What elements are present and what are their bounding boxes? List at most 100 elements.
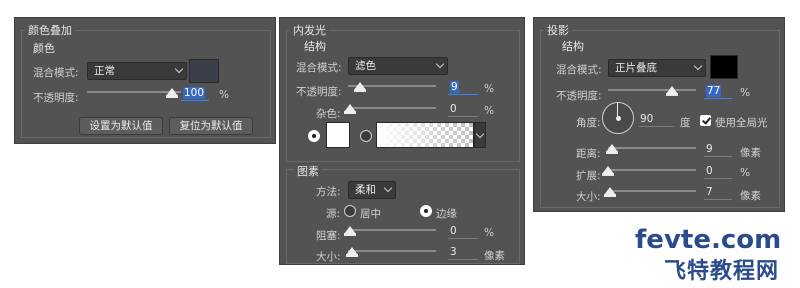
ds-opacity-value: 77 xyxy=(706,85,722,97)
chevron-down-icon xyxy=(174,64,184,74)
ig-noise-slider-track[interactable] xyxy=(348,107,436,109)
color-overlay-title: 颜色叠加 xyxy=(25,22,75,38)
reset-default-button[interactable]: 复位为默认值 xyxy=(169,117,253,135)
ds-spread-value: 0 xyxy=(706,165,713,177)
ig-source-label: 源: xyxy=(326,208,341,220)
set-default-button[interactable]: 设置为默认值 xyxy=(79,117,163,135)
watermark-name: 飞特教程网 xyxy=(664,259,780,284)
chevron-down-icon xyxy=(693,61,703,71)
ig-gradient-preview[interactable] xyxy=(376,122,474,148)
ig-noise-input[interactable]: 0 xyxy=(448,103,478,117)
ig-blend-mode-value: 滤色 xyxy=(355,60,376,72)
ig-size-slider-thumb[interactable] xyxy=(346,247,358,257)
drop-shadow-title: 投影 xyxy=(544,22,572,38)
ds-angle-input[interactable]: 90 xyxy=(638,113,674,127)
ig-choke-value: 0 xyxy=(450,225,457,237)
ds-opacity-slider-track[interactable] xyxy=(608,89,696,91)
ds-size-input[interactable]: 7 xyxy=(704,186,732,200)
chevron-down-icon xyxy=(383,183,393,193)
chevron-down-icon xyxy=(475,129,485,139)
angle-dial-center xyxy=(616,116,621,121)
ds-opacity-slider-thumb[interactable] xyxy=(666,86,678,96)
ds-distance-value: 9 xyxy=(706,143,713,155)
ds-angle-value: 90 xyxy=(640,113,654,125)
ig-noise-value: 0 xyxy=(450,103,457,115)
ig-choke-input[interactable]: 0 xyxy=(448,225,478,239)
ig-blend-mode-select[interactable]: 滤色 xyxy=(348,57,448,75)
ig-source-edge-label: 边缘 xyxy=(436,208,457,220)
ds-distance-unit: 像素 xyxy=(740,147,761,159)
ig-noise-slider-thumb[interactable] xyxy=(344,104,356,114)
ig-size-unit: 像素 xyxy=(484,250,505,262)
opacity-label: 不透明度: xyxy=(33,92,79,104)
ds-size-value: 7 xyxy=(706,186,713,198)
ds-blend-mode-label: 混合模式: xyxy=(556,64,602,76)
opacity-unit: % xyxy=(219,89,229,101)
ig-color-swatch[interactable] xyxy=(326,122,350,148)
ds-distance-label: 距离: xyxy=(576,148,601,160)
ig-choke-slider-thumb[interactable] xyxy=(344,226,356,236)
ig-size-label: 大小: xyxy=(316,251,341,263)
ig-opacity-input[interactable]: 9 xyxy=(448,81,478,95)
ds-angle-unit: 度 xyxy=(680,117,691,129)
global-light-checkbox[interactable] xyxy=(700,115,711,126)
inner-glow-structure-title: 结构 xyxy=(304,40,326,53)
ig-source-edge-radio[interactable] xyxy=(420,205,432,217)
angle-dial[interactable] xyxy=(602,102,634,134)
ds-size-label: 大小: xyxy=(576,191,601,203)
ig-choke-slider-track[interactable] xyxy=(348,229,436,231)
opacity-slider-thumb[interactable] xyxy=(166,88,178,98)
color-section-title: 颜色 xyxy=(33,42,55,55)
ig-color-radio[interactable] xyxy=(308,130,320,142)
blend-mode-select[interactable]: 正常 xyxy=(87,62,187,80)
ig-size-value: 3 xyxy=(450,246,457,258)
ds-opacity-unit: % xyxy=(740,87,750,99)
blend-mode-label: 混合模式: xyxy=(33,67,79,79)
ig-method-select[interactable]: 柔和 xyxy=(348,181,396,199)
ds-blend-mode-select[interactable]: 正片叠底 xyxy=(608,59,706,77)
inner-glow-panel: 内发光 结构 混合模式: 滤色 不透明度: 9 % 杂色: 0 % 图素 方法:… xyxy=(279,17,525,265)
ig-noise-label: 杂色: xyxy=(316,108,341,120)
ig-method-value: 柔和 xyxy=(355,184,376,196)
ig-noise-unit: % xyxy=(484,105,494,117)
ig-opacity-slider-thumb[interactable] xyxy=(354,82,366,92)
ig-choke-unit: % xyxy=(484,227,494,239)
ig-gradient-dropdown[interactable] xyxy=(474,122,486,148)
ds-spread-slider-thumb[interactable] xyxy=(602,166,614,176)
drop-shadow-structure-title: 结构 xyxy=(562,40,584,53)
ds-distance-input[interactable]: 9 xyxy=(704,143,732,157)
ig-source-center-radio[interactable] xyxy=(344,205,356,217)
overlay-color-swatch[interactable] xyxy=(189,59,219,83)
drop-shadow-panel: 投影 结构 混合模式: 正片叠底 不透明度: 77 % 角度: 90 度 使用全… xyxy=(533,17,785,212)
ds-size-unit: 像素 xyxy=(740,190,761,202)
blend-mode-value: 正常 xyxy=(94,65,115,77)
ig-opacity-value: 9 xyxy=(450,81,459,93)
ds-opacity-label: 不透明度: xyxy=(556,90,602,102)
ds-spread-slider-track[interactable] xyxy=(608,169,696,171)
global-light-label: 使用全局光 xyxy=(715,117,768,129)
ds-angle-label: 角度: xyxy=(576,117,601,129)
color-overlay-panel: 颜色叠加 颜色 混合模式: 正常 不透明度: 100 % 设置为默认值 复位为默… xyxy=(14,17,276,144)
opacity-value: 100 xyxy=(183,87,206,99)
ig-gradient-radio[interactable] xyxy=(360,130,372,142)
ig-elements-title: 图素 xyxy=(294,163,322,179)
ig-source-center-label: 居中 xyxy=(360,208,381,220)
ds-size-slider-track[interactable] xyxy=(608,190,696,192)
ds-spread-input[interactable]: 0 xyxy=(704,165,732,179)
ds-blend-mode-value: 正片叠底 xyxy=(615,62,657,74)
shadow-color-swatch[interactable] xyxy=(710,55,738,79)
ig-size-input[interactable]: 3 xyxy=(448,246,478,260)
ds-opacity-input[interactable]: 77 xyxy=(704,85,732,99)
ig-opacity-label: 不透明度: xyxy=(296,86,342,98)
opacity-input[interactable]: 100 xyxy=(181,87,209,101)
ig-size-slider-track[interactable] xyxy=(348,250,436,252)
chevron-down-icon xyxy=(435,59,445,69)
ds-distance-slider-thumb[interactable] xyxy=(606,144,618,154)
ds-distance-slider-track[interactable] xyxy=(608,147,696,149)
watermark-site: fevte.com xyxy=(635,225,782,255)
ig-choke-label: 阻塞: xyxy=(316,230,341,242)
ig-opacity-unit: % xyxy=(484,83,494,95)
ds-size-slider-thumb[interactable] xyxy=(604,187,616,197)
ds-spread-unit: % xyxy=(740,167,750,179)
inner-glow-title: 内发光 xyxy=(290,22,329,38)
